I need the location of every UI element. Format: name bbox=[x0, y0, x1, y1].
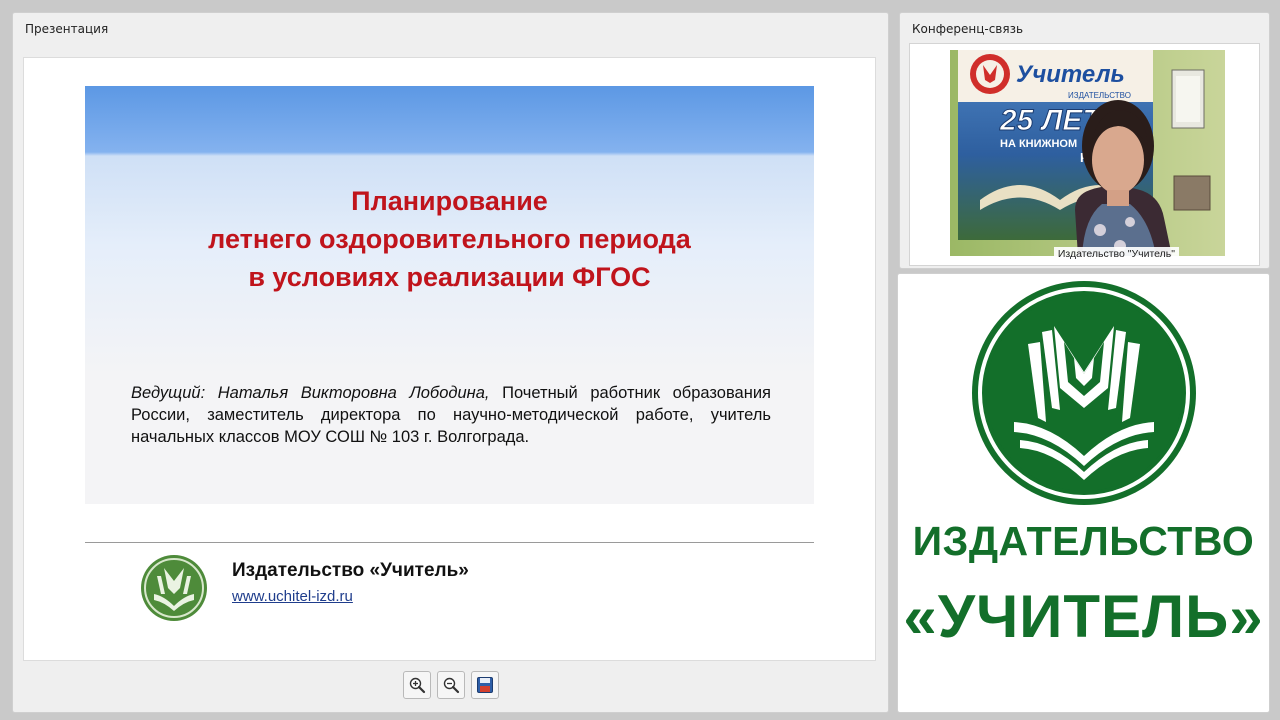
publisher-brand-panel: ИЗДАТЕЛЬСТВО «УЧИТЕЛЬ» bbox=[897, 273, 1270, 713]
zoom-in-icon bbox=[409, 677, 426, 694]
slide-title-line: Планирование bbox=[351, 186, 548, 216]
banner-tagline: НА КНИЖНОМ bbox=[1000, 138, 1077, 150]
presentation-panel: Презентация Планирование летнего оздоров… bbox=[12, 12, 889, 713]
publisher-name-line-1: ИЗДАТЕЛЬСТВО bbox=[912, 518, 1255, 564]
presenter-role: Ведущий: Наталья Викторовна Лободина, bbox=[131, 384, 490, 402]
webcam-video[interactable]: Учитель ИЗДАТЕЛЬСТВО 25 ЛЕТ НА КНИЖНОМ Р… bbox=[950, 50, 1225, 256]
publisher-name-line-2: «УЧИТЕЛЬ» bbox=[903, 583, 1264, 650]
banner-title: Учитель bbox=[1016, 61, 1125, 88]
slide-title: Планирование летнего оздоровительного пе… bbox=[85, 182, 814, 296]
banner-subtitle: ИЗДАТЕЛЬСТВО bbox=[1068, 91, 1131, 100]
slide-divider bbox=[85, 542, 814, 543]
publisher-logo-icon bbox=[141, 555, 207, 621]
zoom-out-button[interactable] bbox=[437, 671, 465, 699]
zoom-out-icon bbox=[443, 677, 460, 694]
video-caption: Издательство "Учитель" bbox=[1053, 247, 1179, 261]
slide-presenter-info: Ведущий: Наталья Викторовна Лободина, По… bbox=[131, 382, 771, 448]
publisher-url-link[interactable]: www.uchitel-izd.ru bbox=[232, 588, 353, 605]
floppy-disk-icon bbox=[477, 677, 493, 693]
slide-canvas[interactable]: Планирование летнего оздоровительного пе… bbox=[23, 57, 876, 661]
conference-panel: Конференц-связь Учитель ИЗДАТЕЛЬСТВО 25 … bbox=[899, 12, 1270, 269]
presentation-panel-title: Презентация bbox=[25, 22, 109, 36]
conference-panel-title: Конференц-связь bbox=[912, 22, 1024, 36]
publisher-name: Издательство «Учитель» bbox=[232, 560, 469, 581]
slide-title-line: в условиях реализации ФГОС bbox=[248, 262, 651, 292]
slide-header-band: Планирование летнего оздоровительного пе… bbox=[85, 86, 814, 504]
slide-title-line: летнего оздоровительного периода bbox=[208, 224, 691, 254]
video-frame: Учитель ИЗДАТЕЛЬСТВО 25 ЛЕТ НА КНИЖНОМ Р… bbox=[909, 43, 1260, 266]
save-button[interactable] bbox=[471, 671, 499, 699]
zoom-in-button[interactable] bbox=[403, 671, 431, 699]
publisher-big-logo-icon bbox=[972, 281, 1196, 505]
